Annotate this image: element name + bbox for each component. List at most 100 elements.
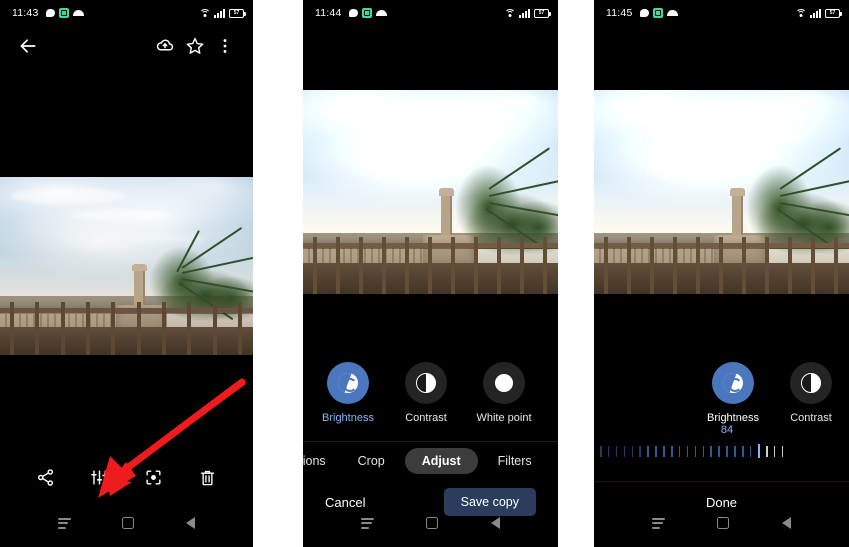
lens-icon[interactable] (138, 461, 170, 493)
ruler-tick (694, 445, 697, 457)
signal-icon (810, 8, 821, 18)
railing-post (427, 236, 432, 294)
cloud-wisp (670, 124, 768, 137)
photo-preview[interactable] (0, 177, 253, 355)
railing-post (136, 301, 141, 355)
photo-edit-preview[interactable] (303, 90, 558, 294)
more-vertical-icon[interactable] (210, 31, 240, 61)
trash-icon[interactable] (192, 461, 224, 493)
star-icon[interactable] (180, 31, 210, 61)
adjustment-tools-row: Brightness Contrast White point Highligh… (303, 362, 558, 424)
cloud-upload-icon[interactable] (150, 31, 180, 61)
cloud-icon (375, 10, 387, 16)
adjust-tool-highlights[interactable]: Highlights (551, 362, 559, 424)
app-icon (652, 8, 663, 18)
ruler-tick (663, 445, 665, 457)
tab-adjust[interactable]: Adjust (404, 447, 478, 474)
slider-value-label: 84 (720, 424, 734, 436)
viewer-top-bar (0, 26, 253, 66)
battery-icon: 57 (825, 8, 842, 18)
railing-post (212, 301, 217, 355)
slider-ruler[interactable] (600, 443, 843, 459)
photo-railing (0, 301, 253, 355)
railing-post (313, 236, 318, 294)
cloud-wisp (318, 100, 431, 117)
cloud-wisp (379, 124, 477, 137)
phone-panel-editor-adjust: 11:44 57 Brightness Contrast White point… (303, 0, 558, 547)
railing-post (336, 236, 341, 294)
adjust-tool-brightness[interactable]: Brightness (702, 362, 764, 424)
screenshot-stage: 11:43 57 11:44 57 Brightness Contrast Wh… (0, 0, 849, 547)
railing-post (519, 236, 524, 294)
phone-panel-viewer: 11:43 57 (0, 0, 253, 547)
railing-post (473, 236, 478, 294)
recent-apps-icon[interactable] (57, 517, 71, 529)
android-nav-bar (0, 499, 253, 547)
ruler-tick (766, 445, 768, 457)
adjust-tool-contrast[interactable]: Contrast (395, 362, 457, 424)
signal-icon (214, 8, 225, 18)
ruler-tick (600, 445, 602, 457)
recent-apps-icon[interactable] (361, 517, 375, 529)
photo-railing (303, 236, 558, 294)
ruler-tick (702, 445, 705, 457)
palm-frond (779, 201, 849, 218)
railing-post (496, 236, 501, 294)
ruler-tick (710, 445, 712, 457)
edit-sliders-icon[interactable] (83, 461, 115, 493)
tab-crop[interactable]: Crop (342, 454, 401, 468)
back-icon[interactable] (490, 517, 500, 529)
status-bar: 11:44 57 (303, 0, 558, 26)
adjust-tool-white-point[interactable]: White point (473, 362, 535, 424)
railing-post (696, 236, 700, 294)
ruler-tick (773, 445, 776, 457)
cloud-wisp (609, 100, 722, 117)
home-icon[interactable] (717, 517, 730, 529)
status-bar-system-icons: 57 (199, 8, 246, 18)
cloud-wisp (10, 187, 127, 204)
brightness-icon (327, 362, 369, 404)
android-nav-bar (303, 499, 558, 547)
back-arrow-icon[interactable] (13, 31, 43, 61)
home-icon[interactable] (122, 517, 135, 529)
cloud-icon (72, 10, 84, 16)
battery-level: 57 (829, 9, 836, 16)
editor-tab-strip: stions Crop Adjust Filters More (303, 441, 558, 479)
railing-post (86, 301, 91, 355)
railing-post (833, 236, 838, 294)
status-bar-system-icons: 57 (504, 8, 551, 18)
tab-more[interactable]: More (548, 454, 558, 468)
adjust-tool-brightness[interactable]: Brightness (317, 362, 379, 424)
ruler-tick (742, 445, 744, 457)
wifi-icon (795, 8, 807, 18)
photo-minaret-cap (438, 187, 454, 197)
railing-post (237, 301, 242, 355)
photo-edit-preview[interactable] (594, 90, 849, 294)
ruler-tick (655, 445, 657, 457)
railing-post (187, 301, 192, 355)
back-icon[interactable] (186, 517, 196, 529)
tab-suggestions[interactable]: stions (303, 454, 342, 468)
phone-panel-editor-slider: 11:45 57 Brightness Contrast 84 Done (594, 0, 849, 547)
ruler-tick (631, 445, 634, 457)
tab-filters[interactable]: Filters (482, 454, 548, 468)
railing-post (450, 236, 455, 294)
railing-post (673, 236, 678, 294)
signal-icon (519, 8, 530, 18)
cloud-icon (666, 10, 678, 16)
app-icon (361, 8, 372, 18)
back-icon[interactable] (781, 517, 791, 529)
share-icon[interactable] (29, 461, 61, 493)
adjust-tool-contrast[interactable]: Contrast (780, 362, 842, 424)
wifi-icon (504, 8, 516, 18)
railing-post (718, 236, 723, 294)
battery-icon: 57 (534, 8, 551, 18)
status-bar: 11:43 57 (0, 0, 253, 26)
brightness-slider[interactable]: 84 (594, 424, 849, 464)
ruler-tick (781, 445, 784, 457)
home-icon[interactable] (426, 517, 439, 529)
status-bar-notification-icons (639, 8, 678, 18)
status-bar: 11:45 57 (594, 0, 849, 26)
recent-apps-icon[interactable] (652, 517, 666, 529)
railing-post (650, 236, 655, 294)
